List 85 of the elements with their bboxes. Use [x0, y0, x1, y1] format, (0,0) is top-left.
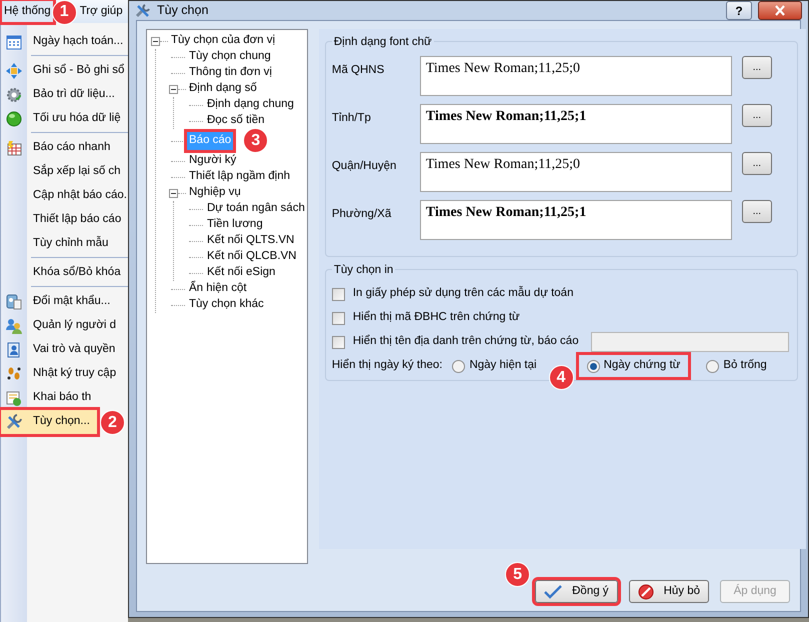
window-title: Tùy chọn [157, 2, 210, 20]
browse-button[interactable]: ... [742, 104, 772, 127]
no-entry-icon [638, 584, 654, 600]
checkbox-label: Hiển thị tên địa danh trên chứng từ, báo cáo [352, 334, 579, 350]
browse-button[interactable]: ... [742, 56, 772, 79]
radio-button[interactable] [452, 360, 466, 372]
font-field[interactable]: Times New Roman;11,25;0 [420, 56, 732, 96]
tree-item[interactable]: Định dạng số [187, 80, 259, 98]
checkbox[interactable] [332, 336, 345, 348]
font-field[interactable]: Times New Roman;11,25;0 [420, 152, 732, 192]
menu-item[interactable]: Vai trò và quyền [1, 338, 128, 362]
tree-item[interactable]: Ẩn hiện cột [187, 280, 249, 298]
cancel-button[interactable]: Hủy bỏ [628, 580, 709, 603]
tree-item[interactable]: Định dạng chung [205, 96, 296, 114]
font-field[interactable]: Times New Roman;11,25;1 [420, 104, 732, 144]
radio-group-label: Hiển thị ngày ký theo: [332, 358, 442, 374]
step-badge: 3 [243, 128, 268, 154]
field-label: Mã QHNS [332, 63, 386, 78]
checkbox[interactable] [332, 312, 345, 324]
calendar-icon [6, 34, 22, 50]
collapse-icon[interactable] [169, 188, 178, 198]
tree-item[interactable]: Nghiệp vụ [187, 184, 243, 202]
collapse-icon[interactable] [151, 36, 160, 46]
radio-button[interactable] [706, 360, 720, 372]
close-icon [774, 5, 786, 16]
step-badge: 5 [505, 562, 530, 587]
menu-item[interactable]: Báo cáo nhanh [1, 136, 128, 160]
checkbox[interactable] [332, 288, 345, 300]
tree-item[interactable]: Kết nối QLTS.VN [205, 232, 296, 250]
ok-button[interactable]: Đồng ý [535, 580, 618, 603]
menu-item[interactable]: Ngày hạch toán... [1, 30, 128, 54]
tree-item[interactable]: Thiết lập ngầm định [187, 168, 292, 186]
text-field[interactable] [590, 332, 789, 352]
document-icon [6, 390, 22, 406]
menu-item[interactable]: Tối ưu hóa dữ liệ [1, 107, 128, 131]
arrows-icon [6, 63, 22, 79]
tree-item[interactable]: Tiền lương [205, 216, 265, 234]
step-badge: 4 [548, 365, 574, 390]
tools-icon [135, 2, 151, 18]
browse-button[interactable]: ... [742, 200, 772, 223]
lightning-table-icon [6, 140, 22, 156]
menu-bar-item[interactable]: Trợ giúp [78, 0, 125, 22]
gear-icon [6, 87, 22, 103]
checkmark-icon [544, 584, 562, 598]
field-label: Tỉnh/Tp [332, 111, 372, 126]
menu-item[interactable]: Bảo trì dữ liệu... [1, 83, 128, 107]
footprints-icon [6, 366, 22, 382]
menu-item[interactable]: Ghi sổ - Bỏ ghi sổ [1, 59, 128, 83]
step-badge: 2 [100, 410, 125, 435]
tree-item[interactable]: Kết nối QLCB.VN [205, 248, 298, 266]
checkbox-label: In giấy phép sử dụng trên các mẫu dự toán [352, 285, 574, 302]
radio-button[interactable] [586, 360, 600, 372]
tree-item[interactable]: Kết nối eSign [205, 264, 278, 282]
tree-item[interactable]: Thông tin đơn vị [187, 64, 274, 82]
menu-item[interactable]: Tùy chỉnh mẫu [1, 232, 128, 256]
tree-item[interactable]: Tùy chọn chung [187, 48, 273, 66]
tree-item[interactable]: Dự toán ngân sách [205, 200, 307, 218]
radio-label: Ngày chứng từ [604, 358, 680, 374]
tree-item[interactable]: Tùy chọn của đơn vị [169, 32, 278, 50]
menu-item[interactable]: Khai báo th [1, 386, 128, 410]
menu-item[interactable]: Tùy chọn... [1, 410, 97, 434]
ball-icon [6, 111, 22, 127]
checkbox-label: Hiển thị mã ĐBHC trên chứng từ [352, 310, 520, 326]
collapse-icon[interactable] [169, 84, 178, 94]
field-label: Phường/Xã [332, 207, 392, 222]
menu-item[interactable]: Đổi mật khẩu... [1, 290, 128, 314]
tree-item[interactable]: Tùy chọn khác [187, 296, 266, 314]
radio-label: Ngày hiện tại [469, 358, 537, 374]
menu-item[interactable]: Khóa sổ/Bỏ khóa [1, 261, 128, 285]
menu-item[interactable]: Sắp xếp lại số ch [1, 160, 128, 184]
user-card-icon [6, 342, 22, 358]
close-button[interactable] [758, 1, 802, 20]
help-button[interactable]: ? [726, 1, 752, 20]
menu-item[interactable]: Quản lý người d [1, 314, 128, 338]
tools-icon [6, 414, 22, 430]
menu-item[interactable]: Cập nhật báo cáo. [1, 184, 128, 208]
field-label: Quận/Huyện [332, 159, 398, 174]
font-field[interactable]: Times New Roman;11,25;1 [420, 200, 732, 240]
tree-item[interactable]: Người ký [187, 152, 238, 170]
menu-item[interactable]: Nhật ký truy cập [1, 362, 128, 386]
menu-item[interactable]: Thiết lập báo cáo [1, 208, 128, 232]
radio-label: Bỏ trống [723, 358, 767, 374]
users-icon [6, 318, 22, 334]
tree-item[interactable]: Đọc số tiền [205, 112, 267, 130]
browse-button[interactable]: ... [742, 152, 772, 175]
